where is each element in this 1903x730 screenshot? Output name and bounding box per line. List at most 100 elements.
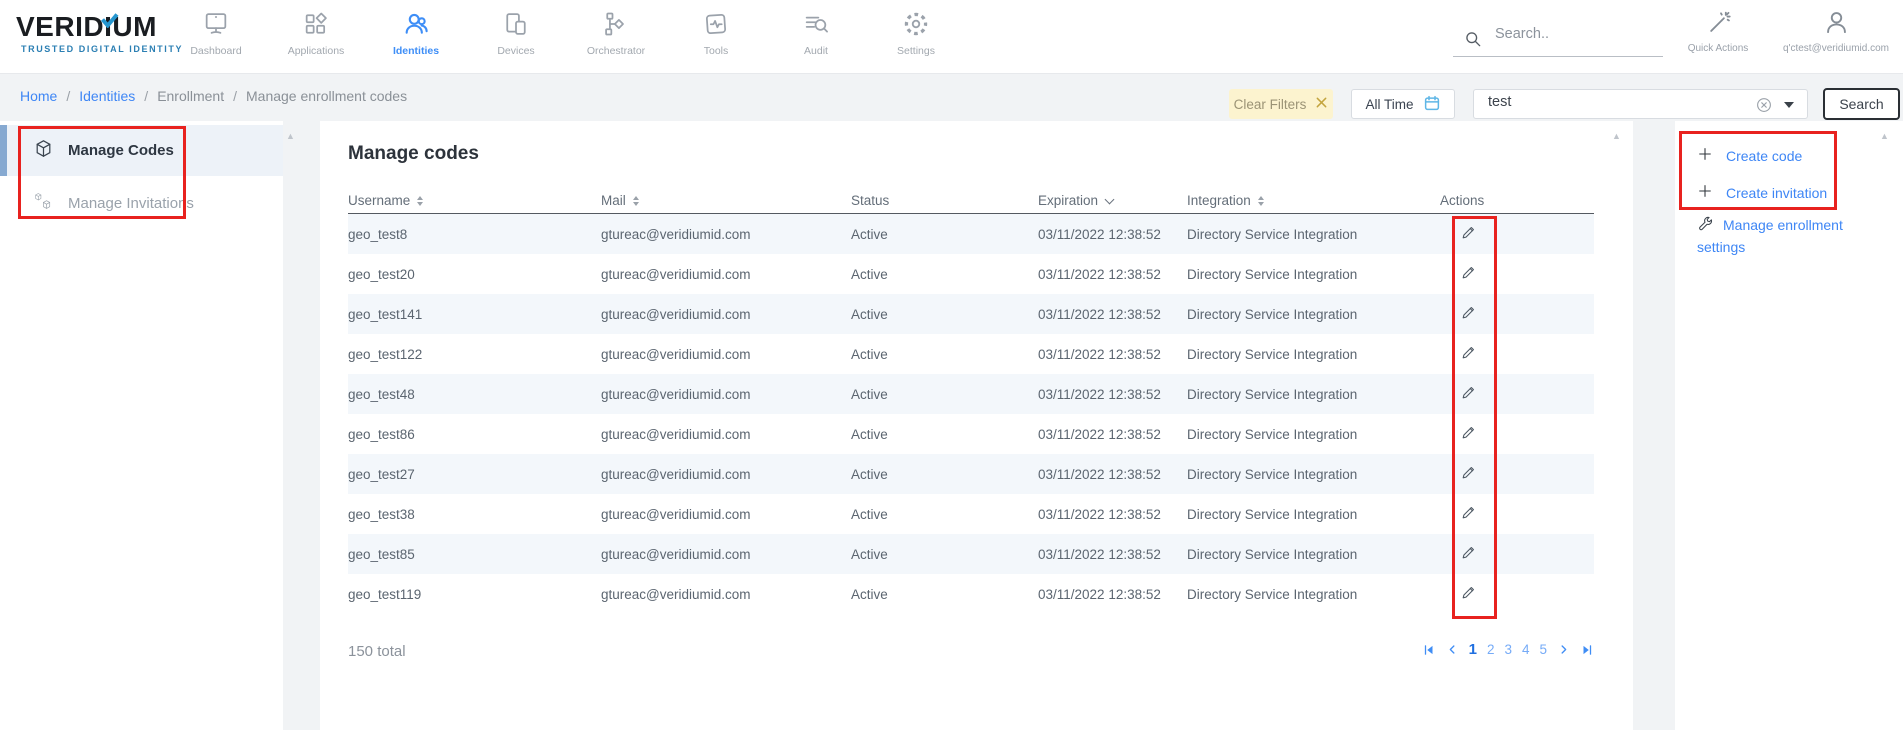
- create-code-button[interactable]: Create code: [1697, 146, 1802, 165]
- table-row[interactable]: geo_test48gtureac@veridiumid.comActive03…: [348, 374, 1594, 414]
- column-header-status[interactable]: Status: [851, 193, 1038, 208]
- edit-icon[interactable]: [1440, 584, 1594, 604]
- table-row[interactable]: geo_test122gtureac@veridiumid.comActive0…: [348, 334, 1594, 374]
- column-header-expiration[interactable]: Expiration: [1038, 193, 1187, 208]
- veridium-admin-app: VERIDIUM TRUSTED DIGITAL IDENTITY Dashbo…: [0, 0, 1903, 730]
- page-number-5[interactable]: 5: [1539, 642, 1547, 657]
- table-row[interactable]: geo_test141gtureac@veridiumid.comActive0…: [348, 294, 1594, 334]
- veridium-logo[interactable]: VERIDIUM TRUSTED DIGITAL IDENTITY: [16, 11, 183, 54]
- plus-icon: [1697, 146, 1713, 165]
- username-cell: geo_test85: [348, 547, 601, 562]
- page-number-1[interactable]: 1: [1469, 641, 1477, 658]
- chevron-down-icon[interactable]: [1784, 102, 1794, 108]
- nav-item-settings[interactable]: Settings: [866, 0, 966, 74]
- user-menu[interactable]: q'ctest@veridiumid.com: [1772, 9, 1900, 54]
- mail-cell: gtureac@veridiumid.com: [601, 347, 851, 362]
- edit-icon[interactable]: [1440, 384, 1594, 404]
- table-row[interactable]: geo_test8gtureac@veridiumid.comActive03/…: [348, 214, 1594, 254]
- edit-icon[interactable]: [1440, 464, 1594, 484]
- nav-label: Audit: [804, 45, 828, 57]
- page-title: Manage codes: [348, 143, 479, 165]
- last-page-icon[interactable]: [1580, 643, 1594, 657]
- column-header-integration[interactable]: Integration: [1187, 193, 1440, 208]
- edit-icon[interactable]: [1440, 264, 1594, 284]
- page-number-2[interactable]: 2: [1487, 642, 1495, 657]
- status-cell: Active: [851, 387, 1038, 402]
- sidebar-item-label: Manage Codes: [68, 142, 174, 159]
- create-invitation-button[interactable]: Create invitation: [1697, 183, 1827, 202]
- nav-item-identities[interactable]: Identities: [366, 0, 466, 74]
- manage-enrollment-settings-link[interactable]: Manage enrollment settings: [1697, 214, 1875, 258]
- next-page-icon[interactable]: [1557, 643, 1570, 656]
- sidebar-scrollbar-up-arrow[interactable]: ▲: [286, 131, 295, 141]
- mail-cell: gtureac@veridiumid.com: [601, 507, 851, 522]
- table-search-input[interactable]: [1488, 94, 1758, 110]
- selected-item-accent: [0, 125, 7, 176]
- breadcrumb-bar: Home / Identities / Enrollment / Manage …: [0, 74, 1903, 121]
- breadcrumb-home[interactable]: Home: [20, 88, 57, 104]
- column-header-mail[interactable]: Mail: [601, 193, 851, 208]
- table-row[interactable]: geo_test20gtureac@veridiumid.comActive03…: [348, 254, 1594, 294]
- sort-icon: [633, 196, 639, 206]
- breadcrumb-identities[interactable]: Identities: [79, 88, 135, 104]
- integration-cell: Directory Service Integration: [1187, 307, 1440, 322]
- table-row[interactable]: geo_test85gtureac@veridiumid.comActive03…: [348, 534, 1594, 574]
- logo-check-icon: [100, 3, 119, 35]
- integration-cell: Directory Service Integration: [1187, 547, 1440, 562]
- clear-search-icon[interactable]: [1755, 96, 1773, 119]
- nav-item-devices[interactable]: Devices: [466, 0, 566, 74]
- sort-icon: [417, 196, 423, 206]
- global-search-input[interactable]: [1495, 26, 1655, 42]
- nav-item-applications[interactable]: Applications: [266, 0, 366, 74]
- time-filter-button[interactable]: All Time: [1351, 89, 1455, 119]
- codes-table: Username Mail Status Expiration Integrat…: [348, 188, 1594, 614]
- right-panel-scrollbar-up-arrow[interactable]: ▲: [1880, 131, 1889, 141]
- page-number-3[interactable]: 3: [1504, 642, 1512, 657]
- column-header-actions: Actions: [1440, 193, 1594, 208]
- quick-actions-button[interactable]: Quick Actions: [1678, 9, 1758, 54]
- table-row[interactable]: geo_test27gtureac@veridiumid.comActive03…: [348, 454, 1594, 494]
- previous-page-icon[interactable]: [1446, 643, 1459, 656]
- breadcrumb: Home / Identities / Enrollment / Manage …: [20, 88, 407, 104]
- edit-icon[interactable]: [1440, 344, 1594, 364]
- close-icon: [1315, 96, 1328, 112]
- nav-item-tools[interactable]: Tools: [666, 0, 766, 74]
- status-cell: Active: [851, 587, 1038, 602]
- quick-actions-label: Quick Actions: [1688, 43, 1749, 54]
- column-header-username[interactable]: Username: [348, 193, 601, 208]
- username-cell: geo_test86: [348, 427, 601, 442]
- expiration-cell: 03/11/2022 12:38:52: [1038, 427, 1187, 442]
- nav-item-orchestrator[interactable]: Orchestrator: [566, 0, 666, 74]
- nav-label: Dashboard: [190, 45, 241, 57]
- table-row[interactable]: geo_test86gtureac@veridiumid.comActive03…: [348, 414, 1594, 454]
- breadcrumb-separator: /: [66, 88, 70, 104]
- table-row[interactable]: geo_test119gtureac@veridiumid.comActive0…: [348, 574, 1594, 614]
- manage-enrollment-settings-label: Manage enrollment settings: [1697, 217, 1843, 255]
- edit-icon[interactable]: [1440, 504, 1594, 524]
- edit-icon[interactable]: [1440, 304, 1594, 324]
- breadcrumb-current-page: Manage enrollment codes: [246, 88, 407, 104]
- edit-icon[interactable]: [1440, 224, 1594, 244]
- page-number-4[interactable]: 4: [1522, 642, 1530, 657]
- expiration-cell: 03/11/2022 12:38:52: [1038, 547, 1187, 562]
- main-scrollbar-up-arrow[interactable]: ▲: [1612, 131, 1621, 141]
- expiration-cell: 03/11/2022 12:38:52: [1038, 347, 1187, 362]
- clear-filters-button[interactable]: Clear Filters: [1229, 89, 1333, 119]
- search-button[interactable]: Search: [1823, 88, 1900, 120]
- clear-filters-label: Clear Filters: [1234, 97, 1307, 112]
- edit-icon[interactable]: [1440, 544, 1594, 564]
- breadcrumb-separator: /: [233, 88, 237, 104]
- edit-icon[interactable]: [1440, 424, 1594, 444]
- nav-item-audit[interactable]: Audit: [766, 0, 866, 74]
- monitor-icon: [202, 10, 230, 38]
- username-cell: geo_test8: [348, 227, 601, 242]
- create-invitation-label: Create invitation: [1726, 185, 1827, 201]
- sidebar-item-manage-codes[interactable]: Manage Codes: [0, 125, 283, 176]
- table-row[interactable]: geo_test38gtureac@veridiumid.comActive03…: [348, 494, 1594, 534]
- main-nav: Dashboard Applications Identities Device…: [166, 0, 966, 74]
- pulse-icon: [702, 10, 730, 38]
- sidebar-item-manage-invitations[interactable]: Manage Invitations: [0, 178, 283, 229]
- plus-icon: [1697, 183, 1713, 202]
- first-page-icon[interactable]: [1422, 643, 1436, 657]
- nav-item-dashboard[interactable]: Dashboard: [166, 0, 266, 74]
